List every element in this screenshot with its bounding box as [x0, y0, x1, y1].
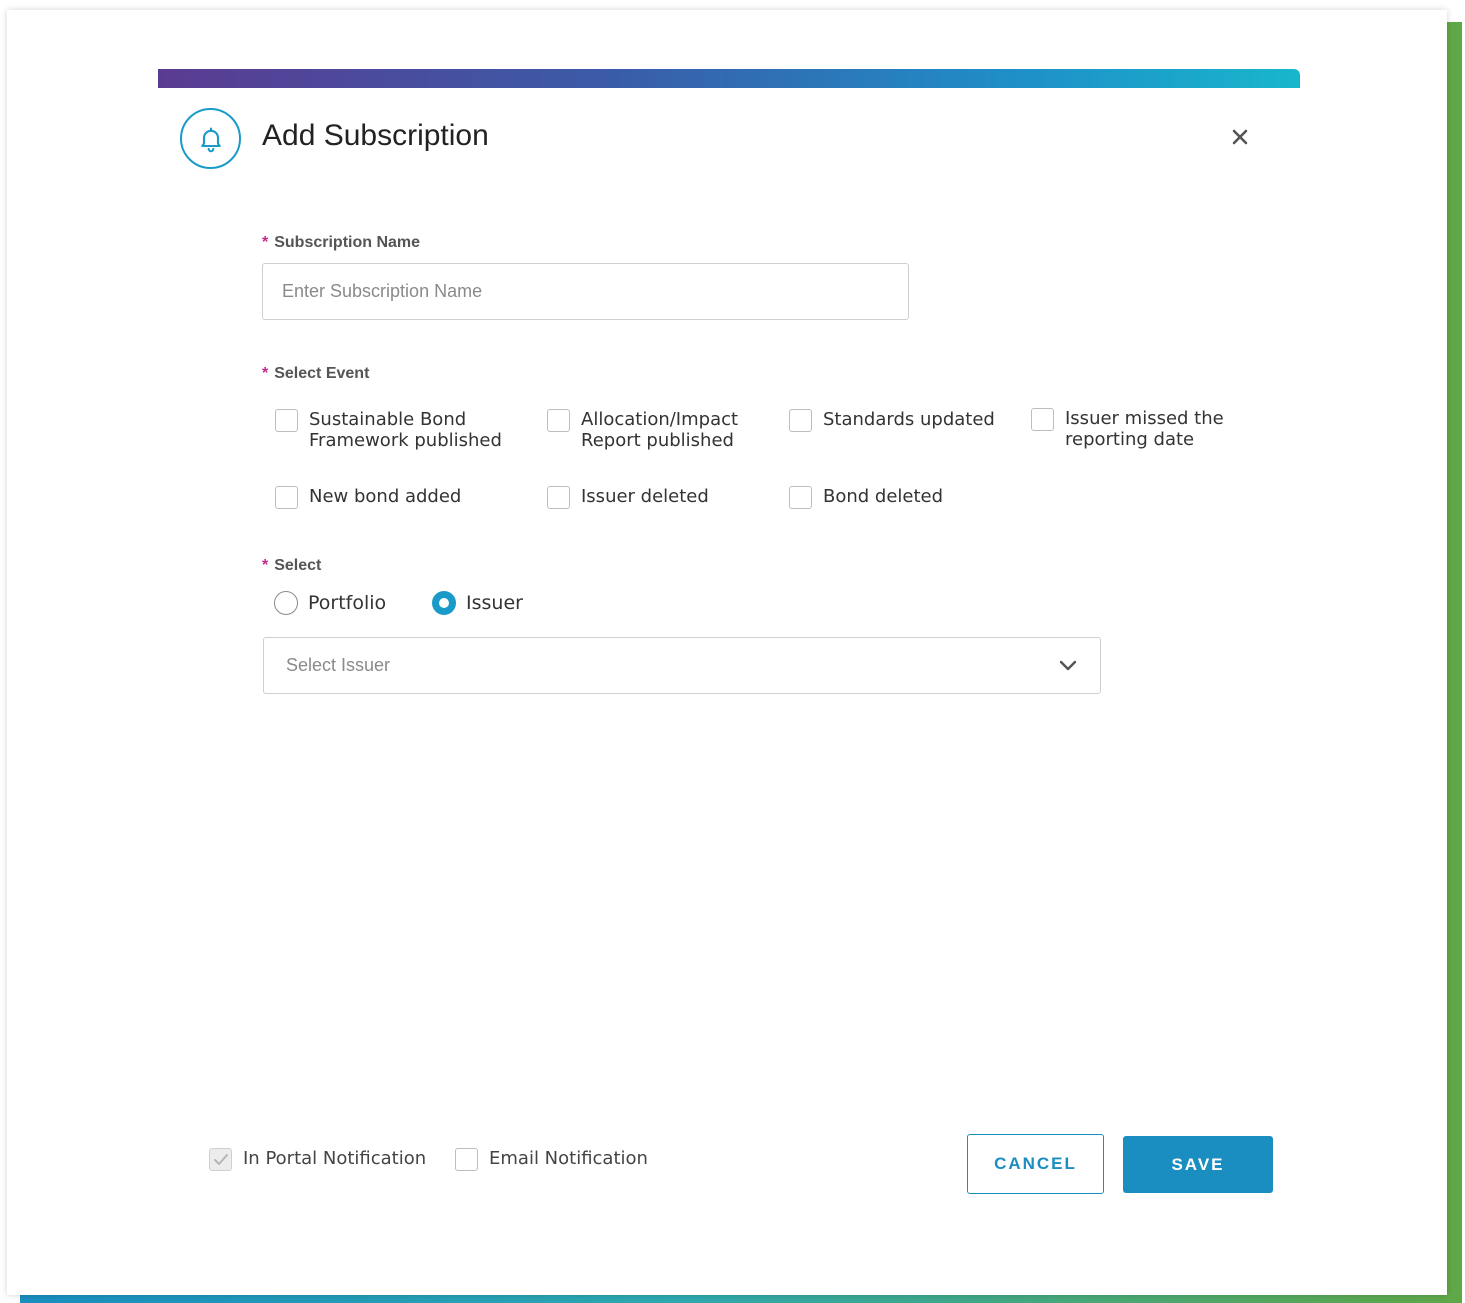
- radio-issuer[interactable]: Issuer: [432, 591, 523, 615]
- checkbox-box[interactable]: [547, 486, 570, 509]
- event-checkbox-issuer-missed-reporting-date[interactable]: Issuer missed the reporting date: [1031, 408, 1224, 450]
- checkbox-label: Email Notification: [489, 1148, 648, 1169]
- dialog-title: Add Subscription: [262, 119, 489, 152]
- event-checkbox-issuer-deleted[interactable]: Issuer deleted: [547, 486, 709, 509]
- dialog-gradient-bar: [158, 69, 1300, 88]
- checkbox-label: Issuer missed the reporting date: [1065, 408, 1224, 450]
- checkbox-label: Sustainable Bond Framework published: [309, 409, 502, 451]
- checkbox-label: Bond deleted: [823, 486, 944, 507]
- checkbox-label: New bond added: [309, 486, 462, 507]
- bell-icon: [180, 108, 241, 169]
- checkbox-box[interactable]: [1031, 408, 1054, 431]
- checkbox-label: Standards updated: [823, 409, 995, 430]
- frame-accent-bottom: [20, 1294, 1462, 1303]
- cancel-button[interactable]: CANCEL: [967, 1134, 1104, 1194]
- event-checkbox-new-bond-added[interactable]: New bond added: [275, 486, 461, 509]
- event-checkbox-bond-deleted[interactable]: Bond deleted: [789, 486, 943, 509]
- radio-portfolio[interactable]: Portfolio: [274, 591, 386, 615]
- required-marker: *: [262, 557, 269, 574]
- checkbox-box[interactable]: [547, 409, 570, 432]
- event-checkbox-standards-updated[interactable]: Standards updated: [789, 409, 995, 432]
- checkbox-box[interactable]: [209, 1148, 232, 1171]
- radio-label: Portfolio: [308, 592, 387, 614]
- save-button[interactable]: SAVE: [1123, 1136, 1273, 1193]
- required-marker: *: [262, 234, 269, 251]
- select-event-label: * Select Event: [262, 365, 370, 382]
- checkbox-box[interactable]: [789, 486, 812, 509]
- event-checkbox-allocation-impact-report[interactable]: Allocation/Impact Report published: [547, 409, 738, 451]
- add-subscription-dialog: Add Subscription *Subscription Name *Sel…: [158, 69, 1300, 1269]
- issuer-select[interactable]: Select Issuer: [263, 637, 1101, 694]
- radio-button[interactable]: [432, 591, 456, 615]
- radio-label: Issuer: [466, 592, 523, 614]
- checkbox-label: Allocation/Impact Report published: [581, 409, 739, 451]
- close-button[interactable]: [1226, 123, 1254, 151]
- issuer-select-value: Select Issuer: [286, 655, 391, 675]
- checkbox-label: Issuer deleted: [581, 486, 709, 507]
- checkbox-box[interactable]: [275, 486, 298, 509]
- frame-accent-right: [1446, 22, 1462, 1296]
- checkbox-box[interactable]: [789, 409, 812, 432]
- subscription-name-input[interactable]: [262, 263, 909, 320]
- checkmark-icon: [213, 1153, 228, 1165]
- radio-button[interactable]: [274, 591, 298, 615]
- chevron-down-icon: [1058, 656, 1078, 676]
- required-marker: *: [262, 365, 269, 382]
- subscription-name-label: * Subscription Name: [262, 234, 421, 251]
- in-portal-notification-checkbox[interactable]: In Portal Notification: [209, 1148, 426, 1171]
- checkbox-box[interactable]: [455, 1148, 478, 1171]
- checkbox-label: In Portal Notification: [243, 1148, 427, 1169]
- checkbox-box[interactable]: [275, 409, 298, 432]
- select-scope-label: * Select: [262, 557, 322, 574]
- close-icon: [1232, 129, 1248, 145]
- event-checkbox-sustainable-bond-framework[interactable]: Sustainable Bond Framework published: [275, 409, 502, 451]
- email-notification-checkbox[interactable]: Email Notification: [455, 1148, 648, 1171]
